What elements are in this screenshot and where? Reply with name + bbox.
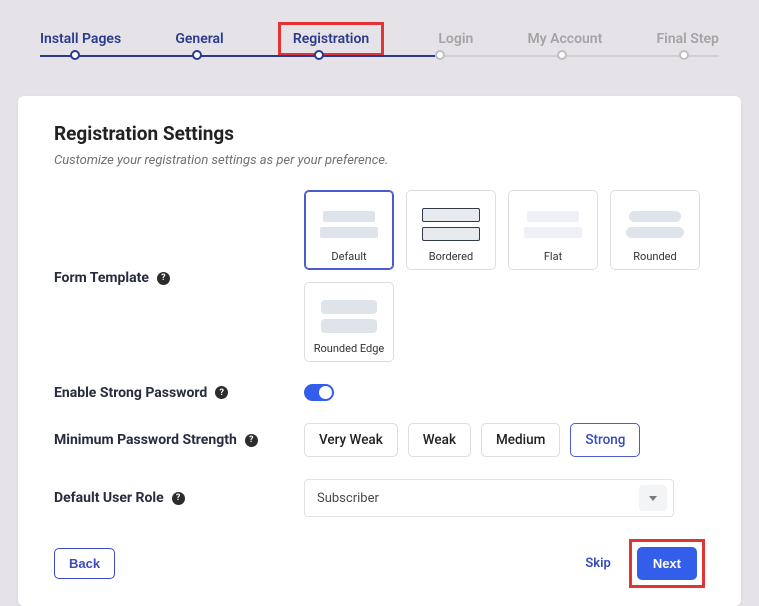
tile-label: Flat <box>544 250 562 263</box>
row-user-role: Default User Role ? Subscriber <box>54 479 705 517</box>
label-strong-password: Enable Strong Password <box>54 385 207 401</box>
chevron-down-icon <box>639 485 667 511</box>
back-button[interactable]: Back <box>54 548 115 579</box>
step-final[interactable]: Final Step <box>656 31 718 47</box>
step-dot <box>70 50 80 60</box>
help-icon[interactable]: ? <box>215 386 228 399</box>
wizard-stepper: Install Pages General Registration Login… <box>0 0 759 56</box>
template-rounded-edge[interactable]: Rounded Edge <box>304 282 394 362</box>
strength-weak[interactable]: Weak <box>408 423 471 457</box>
label-form-template: Form Template <box>54 270 149 286</box>
step-login[interactable]: Login <box>438 31 473 47</box>
tile-preview <box>515 199 591 250</box>
select-value: Subscriber <box>317 491 379 506</box>
label-user-role: Default User Role <box>54 490 164 506</box>
user-role-select[interactable]: Subscriber <box>304 479 674 517</box>
tile-label: Rounded <box>633 250 676 263</box>
preview-bar <box>422 208 480 222</box>
preview-bar <box>524 227 582 238</box>
strength-very-weak[interactable]: Very Weak <box>304 423 398 457</box>
preview-bar <box>527 211 579 222</box>
strength-medium[interactable]: Medium <box>481 423 560 457</box>
preview-bar <box>321 300 377 314</box>
skip-link[interactable]: Skip <box>585 556 611 571</box>
step-dot <box>435 50 445 60</box>
row-form-template: Form Template ? Default Bordered <box>54 190 705 362</box>
preview-bar <box>321 319 377 333</box>
step-install-pages[interactable]: Install Pages <box>40 31 121 47</box>
page-title: Registration Settings <box>54 122 705 145</box>
help-icon[interactable]: ? <box>172 492 185 505</box>
template-default[interactable]: Default <box>304 190 394 270</box>
step-dot <box>192 50 202 60</box>
toggle-knob <box>319 386 332 399</box>
step-dots <box>40 50 719 60</box>
step-dot <box>557 50 567 60</box>
preview-bar <box>422 227 480 241</box>
next-button[interactable]: Next <box>637 547 697 580</box>
step-my-account[interactable]: My Account <box>527 31 602 47</box>
strength-options: Very Weak Weak Medium Strong <box>304 423 705 457</box>
page-subtitle: Customize your registration settings as … <box>54 153 705 168</box>
row-min-strength: Minimum Password Strength ? Very Weak We… <box>54 423 705 457</box>
template-bordered[interactable]: Bordered <box>406 190 496 270</box>
tile-label: Bordered <box>429 250 473 263</box>
step-dot <box>679 50 689 60</box>
preview-bar <box>320 227 378 238</box>
preview-bar <box>626 227 684 238</box>
strength-strong[interactable]: Strong <box>570 423 640 457</box>
template-tiles: Default Bordered Flat <box>304 190 705 362</box>
settings-card: Registration Settings Customize your reg… <box>18 96 741 606</box>
tile-preview <box>311 199 387 250</box>
next-highlight-frame: Next <box>629 539 705 588</box>
tile-label: Default <box>331 250 366 263</box>
step-dot <box>314 50 324 60</box>
footer-actions: Back Skip Next <box>54 539 705 588</box>
row-strong-password: Enable Strong Password ? <box>54 384 705 401</box>
preview-bar <box>629 211 681 222</box>
help-icon[interactable]: ? <box>157 272 170 285</box>
strong-password-toggle[interactable] <box>304 384 334 401</box>
tile-label: Rounded Edge <box>314 342 385 355</box>
template-rounded[interactable]: Rounded <box>610 190 700 270</box>
help-icon[interactable]: ? <box>245 434 258 447</box>
tile-preview <box>617 199 693 250</box>
preview-bar <box>323 211 375 222</box>
label-min-strength: Minimum Password Strength <box>54 432 237 448</box>
tile-preview <box>311 291 387 342</box>
tile-preview <box>413 199 489 250</box>
template-flat[interactable]: Flat <box>508 190 598 270</box>
step-general[interactable]: General <box>175 31 223 47</box>
